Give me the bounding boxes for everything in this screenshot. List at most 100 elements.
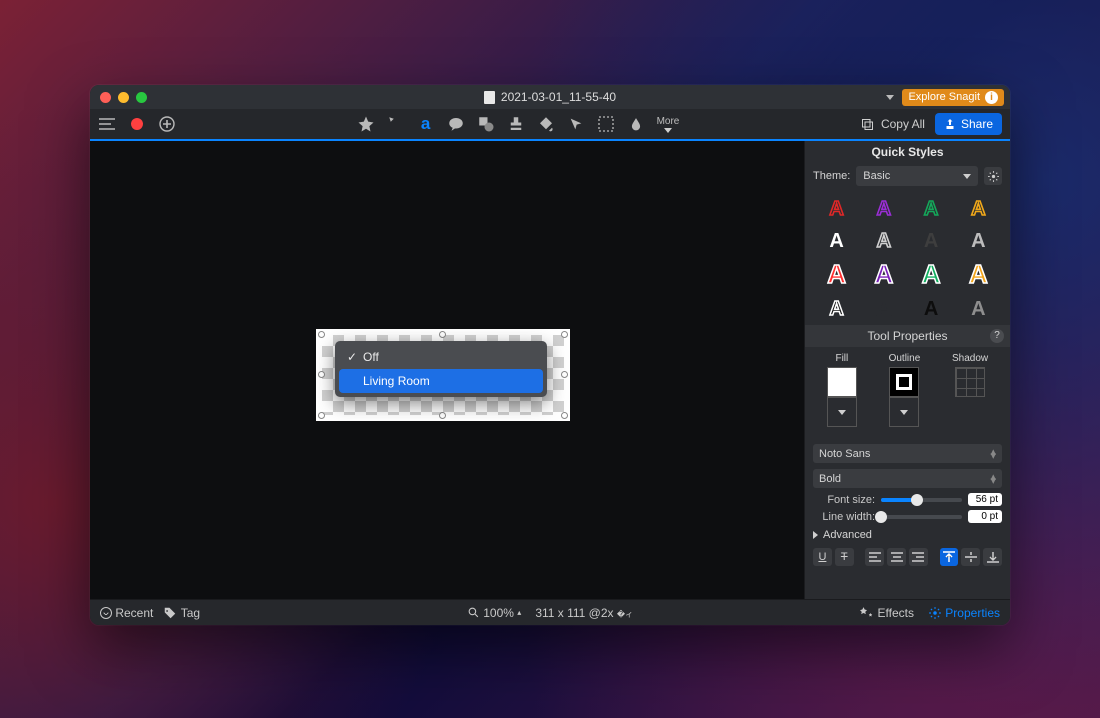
copy-all-button[interactable]: Copy All [860,117,925,132]
explore-snagit-label: Explore Snagit [908,91,980,103]
record-button[interactable] [128,115,146,133]
shadow-swatch[interactable] [955,367,985,397]
shape-tool-icon[interactable] [477,115,495,133]
zoom-value: 100% [483,606,514,620]
favorite-tool-icon[interactable] [357,115,375,133]
recent-button[interactable]: Recent [100,606,153,620]
quick-style-swatch[interactable]: A [817,261,856,289]
checkmark-icon: ✓ [347,350,357,364]
font-size-slider[interactable] [881,498,962,502]
quick-style-swatch[interactable]: A [912,297,951,321]
resize-handle[interactable] [439,331,446,338]
selection-tool-icon[interactable] [597,115,615,133]
align-top-button[interactable] [940,548,959,566]
help-button[interactable]: ? [990,329,1004,343]
font-weight-value: Bold [819,473,841,485]
more-tools-button[interactable]: More [657,116,680,133]
add-button[interactable] [158,115,176,133]
quick-style-swatch[interactable]: A [864,261,903,289]
text-tool-icon[interactable]: a [417,115,435,133]
resize-handle[interactable] [561,412,568,419]
advanced-disclosure[interactable]: Advanced [805,525,1010,545]
quick-style-swatch[interactable]: A [959,261,998,289]
line-width-value[interactable]: 0 pt [968,510,1002,523]
blur-tool-icon[interactable] [627,115,645,133]
arrow-tool-icon[interactable] [387,115,405,133]
font-size-value[interactable]: 56 pt [968,493,1002,506]
popup-option-off[interactable]: ✓ Off [339,345,543,369]
resize-handle[interactable] [561,371,568,378]
window-title-text: 2021-03-01_11-55-40 [501,90,616,104]
quick-style-swatch[interactable]: A [864,297,903,321]
document-icon [484,91,495,104]
resize-handle[interactable] [439,412,446,419]
window-title: 2021-03-01_11-55-40 [90,90,1010,104]
line-width-slider[interactable] [881,515,962,519]
popup-option-living-room[interactable]: Living Room [339,369,543,393]
chevron-down-icon [900,410,908,415]
quick-style-swatch[interactable]: A [959,229,998,253]
callout-tool-icon[interactable] [447,115,465,133]
hamburger-menu-icon[interactable] [98,115,116,133]
copy-all-label: Copy All [881,117,925,131]
selected-image-object[interactable]: ✓ Off Living Room [316,329,570,421]
quick-style-swatch[interactable]: A [912,261,951,289]
font-weight-select[interactable]: Bold ▴▾ [813,469,1002,488]
outline-label: Outline [889,353,921,364]
align-middle-button[interactable] [961,548,980,566]
align-center-button[interactable] [887,548,906,566]
font-family-value: Noto Sans [819,448,870,460]
quick-style-swatch[interactable]: A [959,197,998,221]
close-window-button[interactable] [100,92,111,103]
share-label: Share [961,117,993,131]
canvas[interactable]: ✓ Off Living Room [90,141,804,599]
quick-style-swatch[interactable]: A [817,197,856,221]
fill-label: Fill [835,353,848,364]
align-left-button[interactable] [865,548,884,566]
canvas-dimensions[interactable]: 311 x 111 @2x �ィ [535,606,633,620]
theme-settings-button[interactable] [984,167,1002,185]
chevron-down-icon [838,410,846,415]
properties-tab[interactable]: Properties [928,606,1000,620]
strikethrough-button[interactable]: T [835,548,854,566]
app-window: 2021-03-01_11-55-40 Explore Snagit i [90,85,1010,625]
stamp-tool-icon[interactable] [507,115,525,133]
outline-swatch[interactable] [889,367,919,397]
effects-tab[interactable]: Effects [860,606,914,620]
stepper-icon: ▴▾ [990,450,996,458]
minimize-window-button[interactable] [118,92,129,103]
resize-handle[interactable] [318,331,325,338]
align-right-button[interactable] [909,548,928,566]
theme-select[interactable]: Basic [856,166,978,186]
share-button[interactable]: Share [935,113,1002,135]
titlebar-menu-dropdown[interactable] [886,95,894,100]
resize-handle[interactable] [561,331,568,338]
line-width-label: Line width: [813,511,875,523]
quick-style-swatch[interactable]: A [817,229,856,253]
font-family-select[interactable]: Noto Sans ▴▾ [813,444,1002,463]
align-bottom-button[interactable] [983,548,1002,566]
resize-handle[interactable] [318,371,325,378]
quick-style-swatch[interactable]: A [864,229,903,253]
quick-style-swatch[interactable]: A [959,297,998,321]
window-controls [90,92,147,103]
popup-option-off-label: Off [363,350,379,364]
fill-swatch[interactable] [827,367,857,397]
fill-tool-icon[interactable] [537,115,555,133]
tool-properties-heading-row: Tool Properties ? [805,325,1010,347]
zoom-control[interactable]: 100% ▴ [467,606,521,620]
move-tool-icon[interactable] [567,115,585,133]
quick-style-swatch[interactable]: A [912,229,951,253]
advanced-label: Advanced [823,529,872,541]
fill-dropdown[interactable] [827,397,857,427]
quick-style-swatch[interactable]: A [912,197,951,221]
fill-swatch-group: Fill [827,353,857,427]
underline-button[interactable]: U [813,548,832,566]
resize-handle[interactable] [318,412,325,419]
zoom-window-button[interactable] [136,92,147,103]
tag-button[interactable]: Tag [163,606,200,620]
outline-dropdown[interactable] [889,397,919,427]
quick-style-swatch[interactable]: A [864,197,903,221]
quick-style-swatch[interactable]: A [817,297,856,321]
explore-snagit-button[interactable]: Explore Snagit i [902,89,1004,106]
